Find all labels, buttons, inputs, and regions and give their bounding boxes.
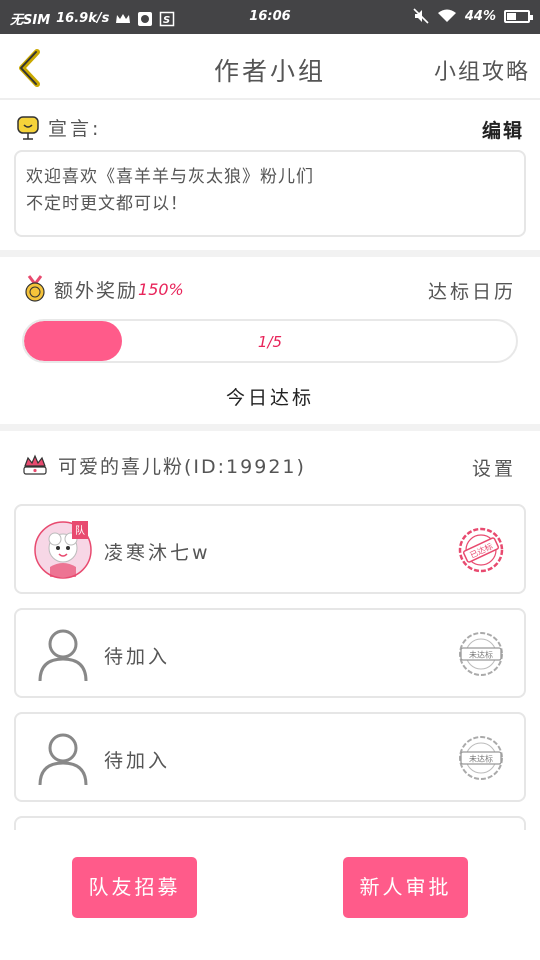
calendar-link[interactable]: 达标日历 xyxy=(428,277,516,304)
recruit-teammate-button[interactable]: 队友招募 xyxy=(72,857,197,918)
reward-percent: 150% xyxy=(138,279,184,299)
status-bar: 无SIM 16.9k/s S 16:06 44% xyxy=(0,0,540,34)
captain-badge: 队 xyxy=(75,524,85,537)
declaration-line-2: 不定时更文都可以！ xyxy=(26,194,188,214)
megaphone-icon xyxy=(17,115,39,140)
declaration-section: 宣言: 编辑 欢迎喜欢《喜羊羊与灰太狼》粉儿们 不定时更文都可以！ xyxy=(0,100,540,250)
member-card[interactable]: 待加入 未达标 xyxy=(14,712,526,802)
medal-icon xyxy=(25,275,45,302)
member-name: 待加入 xyxy=(104,646,171,668)
empty-user-icon xyxy=(38,733,88,786)
reward-label: 额外奖励 xyxy=(54,279,139,302)
not-achieved-stamp-icon: 未达标 xyxy=(459,736,503,780)
progress-text: 1/5 xyxy=(257,333,283,351)
member-name: 待加入 xyxy=(104,750,171,772)
progress-bar: 1/5 xyxy=(22,319,518,363)
reward-section: 额外奖励 150% 达标日历 1/5 今日达标 xyxy=(0,257,540,423)
team-crown-icon xyxy=(23,453,47,475)
group-guide-link[interactable]: 小组攻略 xyxy=(434,54,530,86)
declaration-text-box[interactable]: 欢迎喜欢《喜羊羊与灰太狼》粉儿们 不定时更文都可以！ xyxy=(14,150,526,237)
team-name: 可爱的喜儿粉(ID:19921) xyxy=(58,456,306,478)
bottom-action-bar: 队友招募 新人审批 xyxy=(0,830,540,960)
not-achieved-stamp-text: 未达标 xyxy=(469,754,493,764)
achieved-stamp-icon: 已达标 xyxy=(458,527,504,573)
not-achieved-stamp-text: 未达标 xyxy=(469,650,493,660)
not-achieved-stamp-icon: 未达标 xyxy=(459,632,503,676)
battery-icon xyxy=(504,9,533,23)
member-avatar: 队 xyxy=(34,521,92,579)
member-name: 凌寒沐七w xyxy=(104,542,211,564)
declaration-line-1: 欢迎喜欢《喜羊羊与灰太狼》粉儿们 xyxy=(26,167,314,187)
edit-declaration-button[interactable]: 编辑 xyxy=(482,116,524,143)
section-divider xyxy=(0,250,540,257)
declaration-label: 宣言: xyxy=(48,118,102,140)
member-card[interactable]: 待加入 未达标 xyxy=(14,608,526,698)
nav-bar: 作者小组 小组攻略 xyxy=(0,34,540,100)
mute-icon xyxy=(413,8,429,24)
member-card[interactable]: 队 凌寒沐七w 已达标 xyxy=(14,504,526,594)
empty-user-icon xyxy=(38,629,88,682)
wifi-icon xyxy=(437,9,456,22)
today-status: 今日达标 xyxy=(225,387,314,409)
battery-percent: 44% xyxy=(464,8,496,24)
section-divider xyxy=(0,424,540,431)
approve-newcomer-button[interactable]: 新人审批 xyxy=(343,857,468,918)
team-settings-link[interactable]: 设置 xyxy=(472,454,516,481)
